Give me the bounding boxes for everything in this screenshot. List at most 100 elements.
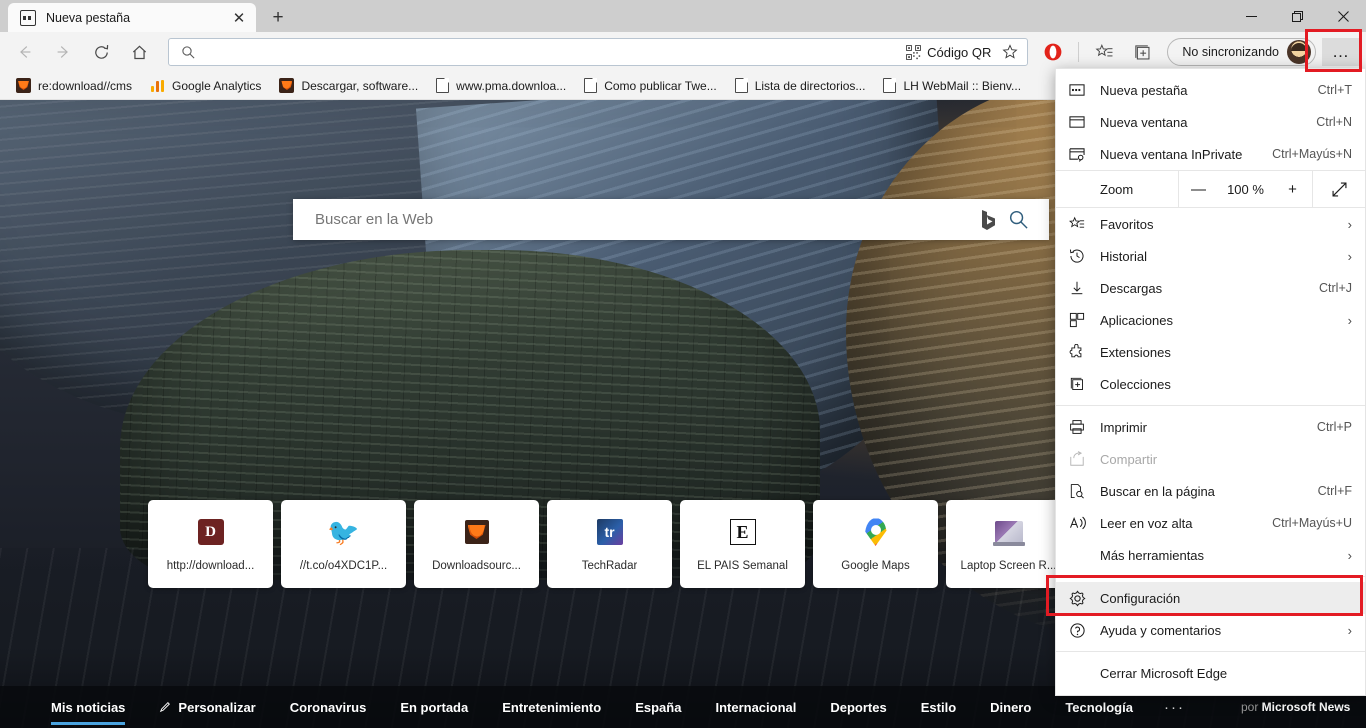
document-icon [883,78,897,93]
news-category-9[interactable]: Estilo [904,700,973,715]
news-category-4[interactable]: En portada [383,700,485,715]
bookmark-item[interactable]: Google Analytics [142,76,269,95]
search-icon [181,45,196,60]
zoom-out-button[interactable]: — [1190,181,1208,198]
back-icon[interactable] [8,37,42,67]
menu-divider [1056,576,1365,577]
tile-label: http://download... [166,560,255,572]
elpais-icon: E [729,519,756,545]
close-window-button[interactable] [1320,0,1366,32]
chevron-right-icon: › [1347,248,1352,264]
tile-label: Google Maps [841,560,910,572]
document-icon [436,78,450,93]
bookmark-label: www.pma.downloa... [456,78,567,93]
close-tab-icon[interactable]: ✕ [228,7,250,29]
news-more-button[interactable]: ··· [1150,699,1199,716]
menu-item-descargas[interactable]: Descargas Ctrl+J [1056,272,1365,304]
top-site-tile[interactable]: Downloadsourc... [414,500,539,588]
gear-icon [1069,589,1095,607]
menu-item-colecciones[interactable]: Colecciones [1056,368,1365,400]
profile-button[interactable]: No sincronizando [1167,38,1316,66]
news-category-2[interactable]: Personalizar [142,700,272,715]
inprivate-icon [1069,146,1095,162]
news-category-label: Entretenimiento [502,699,602,715]
bookmark-item[interactable]: re:download//cms [8,76,140,95]
opera-extension-icon[interactable] [1036,37,1070,67]
top-site-tile[interactable]: 🐦 //t.co/o4XDC1P... [281,500,406,588]
new-window-icon [1069,114,1095,130]
top-site-tile[interactable]: Dhttp://download... [148,500,273,588]
news-category-label: España [635,699,682,715]
top-site-tile[interactable]: Google Maps [813,500,938,588]
web-search-submit-icon[interactable] [1001,209,1035,230]
qr-code-button[interactable]: Código QR [900,45,997,60]
menu-item-m-s-herramientas[interactable]: Más herramientas › [1056,539,1365,571]
news-attribution: por Microsoft News [1241,700,1350,714]
chevron-right-icon: › [1347,216,1352,232]
web-search-box[interactable]: Buscar en la Web [293,199,1049,240]
top-site-tile[interactable]: tr TechRadar [547,500,672,588]
window-controls [1228,0,1366,32]
news-category-1[interactable]: Mis noticias [34,700,142,725]
menu-item-configuracion[interactable]: Configuración [1056,582,1365,614]
maximize-button[interactable] [1274,0,1320,32]
tab-title: Nueva pestaña [46,10,131,25]
extensions-icon [1069,344,1095,360]
fullscreen-button[interactable] [1313,181,1365,198]
menu-item-ayuda[interactable]: Ayuda y comentarios › [1056,614,1365,646]
new-tab-icon [1069,82,1095,98]
top-site-tile[interactable]: Laptop Screen R... [946,500,1071,588]
new-tab-button[interactable]: + [264,5,292,30]
toolbar-divider [1078,42,1080,62]
document-icon [584,78,598,93]
menu-item-shortcut: Ctrl+J [1319,281,1352,295]
menu-item-label: Ayuda y comentarios [1100,622,1222,638]
browser-tab[interactable]: Nueva pestaña ✕ [8,3,256,32]
menu-item-aplicaciones[interactable]: Aplicaciones › [1056,304,1365,336]
minimize-button[interactable] [1228,0,1274,32]
menu-item-nueva-ventana-inprivate[interactable]: Nueva ventana InPrivate Ctrl+Mayús+N [1056,138,1365,170]
news-category-6[interactable]: España [618,700,698,715]
bookmark-item[interactable]: www.pma.downloa... [428,76,574,95]
bookmark-item[interactable]: Descargar, software... [271,76,426,95]
top-site-tile[interactable]: E EL PAÍS Semanal [680,500,805,588]
bookmark-item[interactable]: Lista de directorios... [727,76,874,95]
address-bar[interactable]: Código QR [168,38,1029,66]
downloads-icon [1069,280,1095,296]
zoom-in-button[interactable]: + [1284,181,1302,198]
favorite-star-icon[interactable] [997,40,1023,64]
menu-item-imprimir[interactable]: Imprimir Ctrl+P [1056,411,1365,443]
firefox-icon [279,78,295,93]
menu-item-extensiones[interactable]: Extensiones [1056,336,1365,368]
menu-item-leer-en-voz-alta[interactable]: Leer en voz alta Ctrl+Mayús+U [1056,507,1365,539]
techradar-icon: tr [596,519,623,545]
forward-icon[interactable] [46,37,80,67]
news-category-8[interactable]: Deportes [813,700,903,715]
menu-item-nueva-pesta-a[interactable]: Nueva pestaña Ctrl+T [1056,74,1365,106]
news-category-7[interactable]: Internacional [698,700,813,715]
refresh-icon[interactable] [84,37,118,67]
zoom-controls: — 100 % + [1178,171,1313,207]
news-brand: Microsoft News [1261,700,1351,714]
menu-item-cerrar-edge[interactable]: Cerrar Microsoft Edge [1056,657,1365,689]
find-icon [1069,483,1095,499]
bookmark-item[interactable]: LH WebMail :: Bienv... [875,76,1029,95]
bookmark-item[interactable]: Como publicar Twe... [576,76,725,95]
favorites-bar-icon[interactable] [1087,37,1121,67]
menu-item-nueva-ventana[interactable]: Nueva ventana Ctrl+N [1056,106,1365,138]
menu-item-shortcut: Ctrl+F [1317,484,1352,498]
collections-icon[interactable] [1125,37,1159,67]
news-category-11[interactable]: Tecnología [1048,700,1150,715]
tile-label: //t.co/o4XDC1P... [299,560,388,572]
news-category-label: Dinero [990,699,1032,715]
news-category-10[interactable]: Dinero [973,700,1048,715]
settings-and-more-button[interactable]: … [1322,38,1360,66]
menu-item-buscar-en-la-p-gina[interactable]: Buscar en la página Ctrl+F [1056,475,1365,507]
news-category-label: Personalizar [178,699,256,715]
collections-icon [1069,376,1095,392]
menu-item-favoritos[interactable]: Favoritos › [1056,208,1365,240]
news-category-5[interactable]: Entretenimiento [485,700,618,715]
menu-item-historial[interactable]: Historial › [1056,240,1365,272]
news-category-3[interactable]: Coronavirus [273,700,384,715]
home-icon[interactable] [122,37,156,67]
